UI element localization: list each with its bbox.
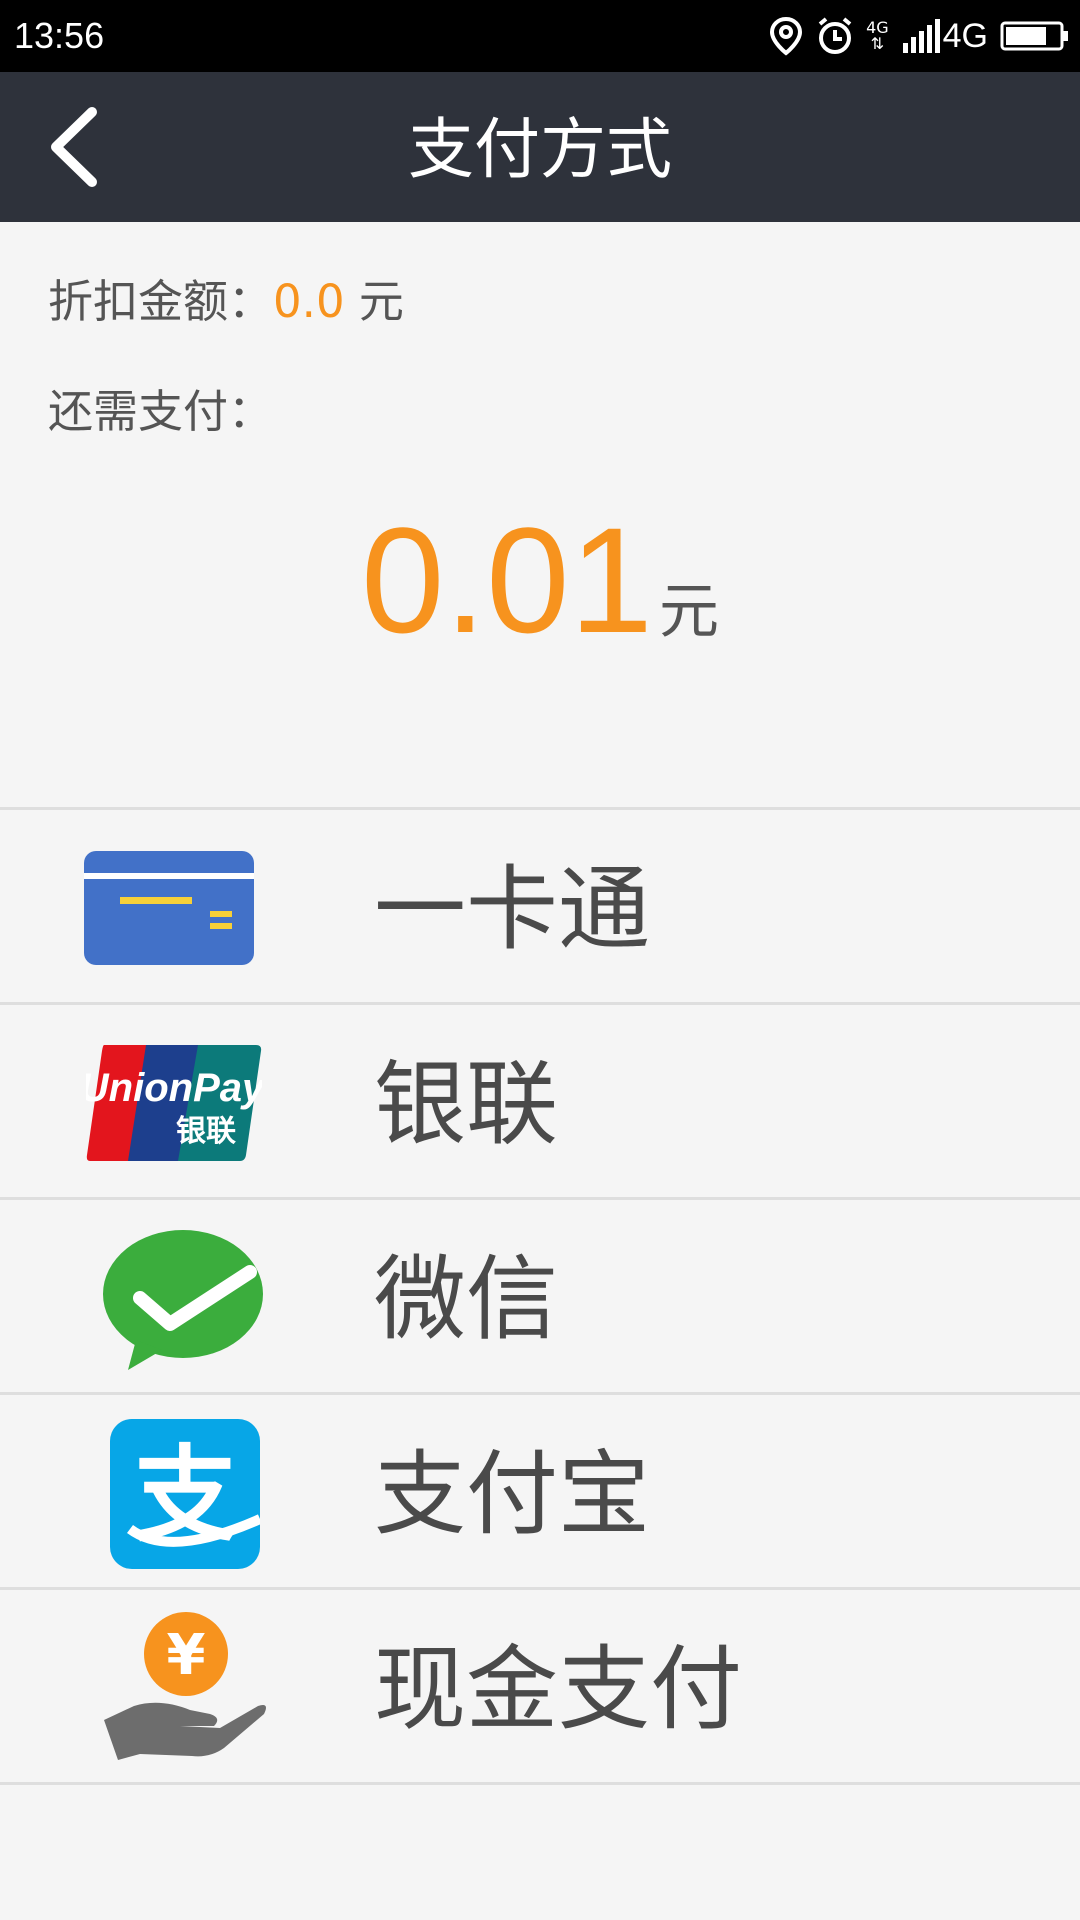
unionpay-logo-text-cn: 银联 — [176, 1114, 236, 1149]
remaining-unit: 元 — [658, 577, 719, 647]
payment-label-unionpay: 银联 — [374, 1051, 559, 1158]
unionpay-icon: UnionPay 银联 — [80, 1041, 266, 1166]
payment-option-cash[interactable]: ¥ 现金支付 — [0, 1587, 1080, 1785]
payment-label-alipay: 支付宝 — [374, 1441, 651, 1548]
payment-label-card: 一卡通 — [374, 856, 651, 963]
header-bar: 支付方式 — [0, 72, 1080, 222]
network-type: 4G — [942, 16, 988, 55]
payment-method-list: 一卡通 UnionPay 银联 银联 微信 支 支付宝 ¥ 现金支付 — [0, 807, 1080, 1785]
payment-option-unionpay[interactable]: UnionPay 银联 银联 — [0, 1002, 1080, 1197]
remaining-amount: 0.01 元 — [0, 500, 1080, 660]
battery-icon — [1000, 20, 1070, 52]
cash-logo-char: ¥ — [167, 1623, 206, 1688]
unionpay-logo-text: UnionPay — [86, 1066, 262, 1110]
payment-option-card[interactable]: 一卡通 — [0, 807, 1080, 1002]
payment-label-wechat: 微信 — [374, 1246, 559, 1353]
status-icons: 4G ⇅ 4G — [756, 12, 1070, 60]
payment-option-alipay[interactable]: 支 支付宝 — [0, 1392, 1080, 1587]
card-icon — [84, 845, 256, 970]
remaining-value: 0.01 — [361, 496, 653, 664]
discount-row: 折扣金额：0.0 元 — [48, 274, 404, 330]
status-bar: 13:56 4G ⇅ 4G — [0, 0, 1080, 72]
cash-hand-icon: ¥ — [100, 1610, 272, 1760]
discount-value: 0.0 — [273, 275, 345, 328]
alipay-icon: 支 — [110, 1419, 282, 1569]
signal-icon — [901, 19, 941, 53]
remaining-label: 还需支付： — [48, 385, 274, 438]
location-icon — [768, 16, 804, 56]
discount-label: 折扣金额： — [48, 275, 274, 328]
alarm-icon — [816, 16, 854, 56]
payment-option-wechat[interactable]: 微信 — [0, 1197, 1080, 1392]
wechat-icon — [100, 1228, 272, 1370]
page-title: 支付方式 — [408, 111, 672, 188]
discount-unit: 元 — [358, 275, 404, 328]
data-arrows-icon: 4G ⇅ — [866, 18, 889, 53]
status-time: 13:56 — [14, 15, 105, 56]
payment-label-cash: 现金支付 — [374, 1636, 743, 1743]
